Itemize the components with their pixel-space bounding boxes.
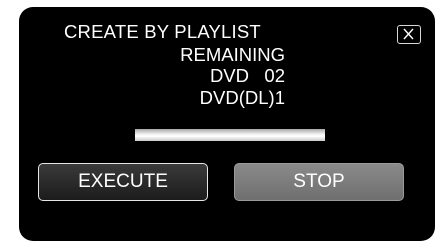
remaining-label: REMAINING	[180, 44, 285, 65]
stop-button[interactable]: STOP	[234, 163, 404, 201]
execute-button[interactable]: EXECUTE	[38, 163, 208, 201]
close-button[interactable]	[397, 25, 421, 44]
dialog-title: CREATE BY PLAYLIST	[64, 21, 261, 42]
progress-fill	[135, 129, 325, 141]
dvd-dl-remaining-value: DVD(DL)1	[199, 87, 285, 108]
screen: CREATE BY PLAYLIST REMAINING DVD 02 DVD(…	[0, 0, 445, 249]
progress-bar	[135, 129, 325, 141]
dvd-remaining-value: DVD 02	[209, 65, 285, 86]
close-icon	[403, 28, 414, 40]
